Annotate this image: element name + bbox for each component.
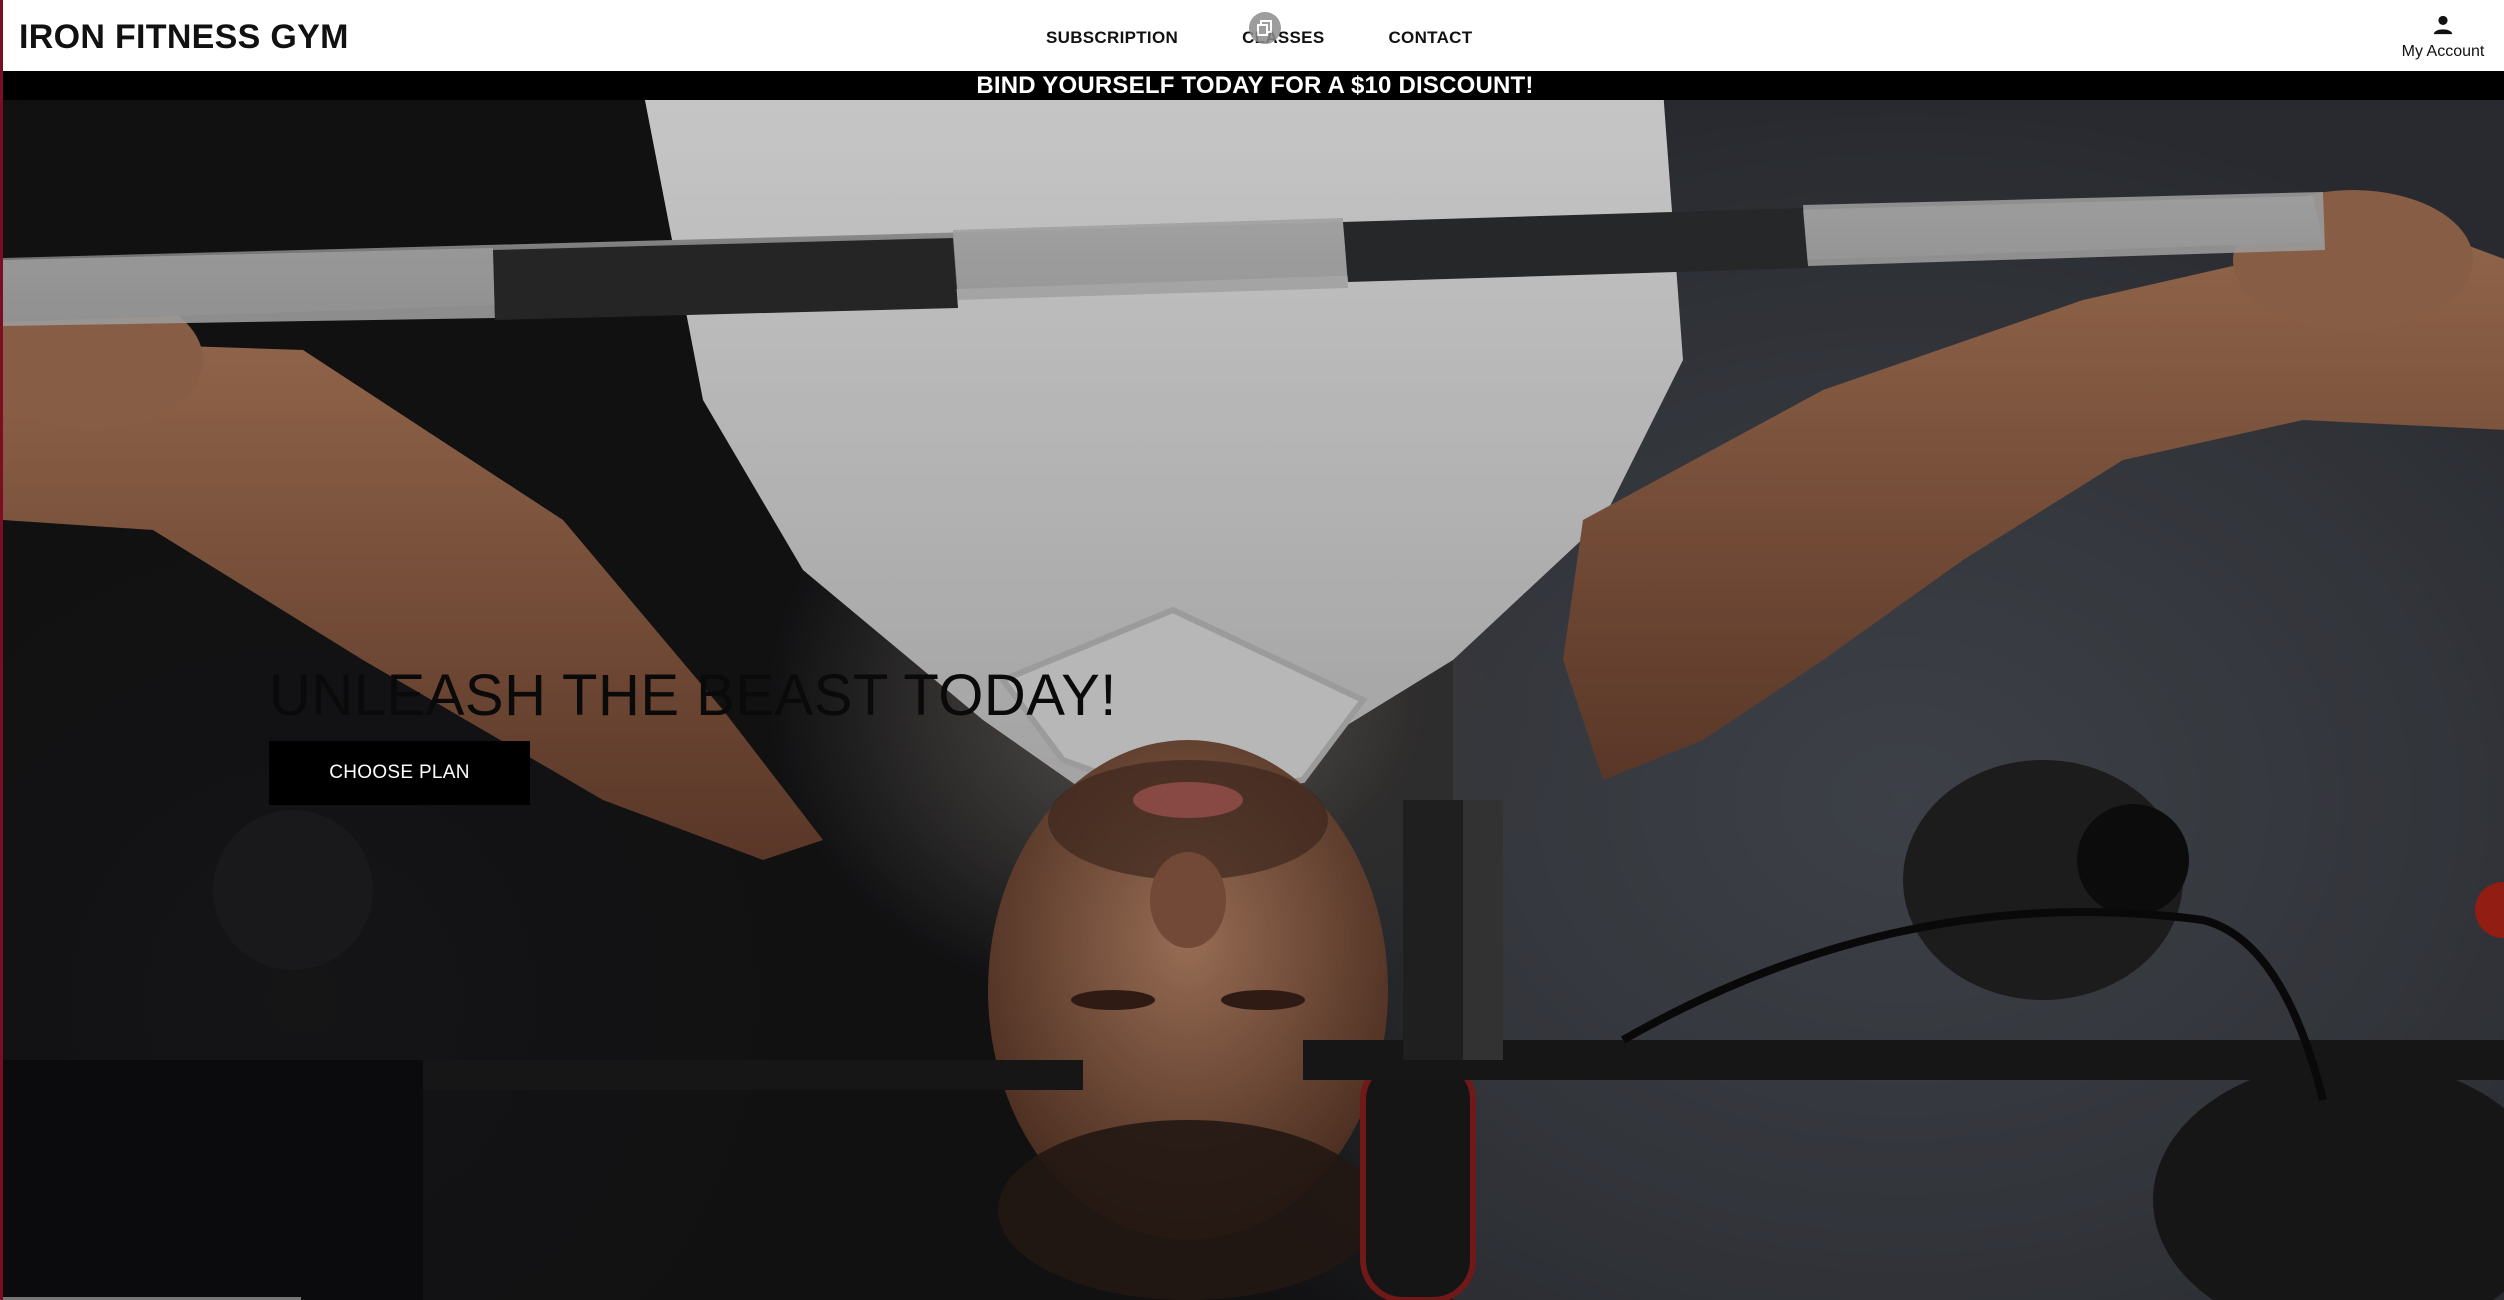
hero-section: UNLEASH THE BEAST TODAY! CHOOSE PLAN — [3, 100, 2504, 1300]
promo-text: BIND YOURSELF TODAY FOR A $10 DISCOUNT! — [976, 72, 1534, 99]
page: IRON FITNESS GYM SUBSCRIPTION CLASSES CO… — [0, 0, 2504, 1300]
brand-logo[interactable]: IRON FITNESS GYM — [19, 18, 349, 57]
site-header: IRON FITNESS GYM SUBSCRIPTION CLASSES CO… — [3, 0, 2504, 71]
my-account-label: My Account — [2401, 43, 2485, 60]
my-account-link[interactable]: My Account — [2383, 14, 2503, 61]
copy-icon — [1257, 20, 1272, 36]
nav-contact[interactable]: CONTACT — [1388, 28, 1472, 48]
user-icon — [2433, 15, 2453, 35]
nav-subscription[interactable]: SUBSCRIPTION — [1046, 28, 1178, 48]
promo-banner: BIND YOURSELF TODAY FOR A $10 DISCOUNT! — [3, 71, 2504, 100]
hero-title: UNLEASH THE BEAST TODAY! — [269, 662, 1117, 728]
floating-overlay-icon[interactable] — [1249, 12, 1281, 44]
choose-plan-button[interactable]: CHOOSE PLAN — [269, 741, 530, 805]
